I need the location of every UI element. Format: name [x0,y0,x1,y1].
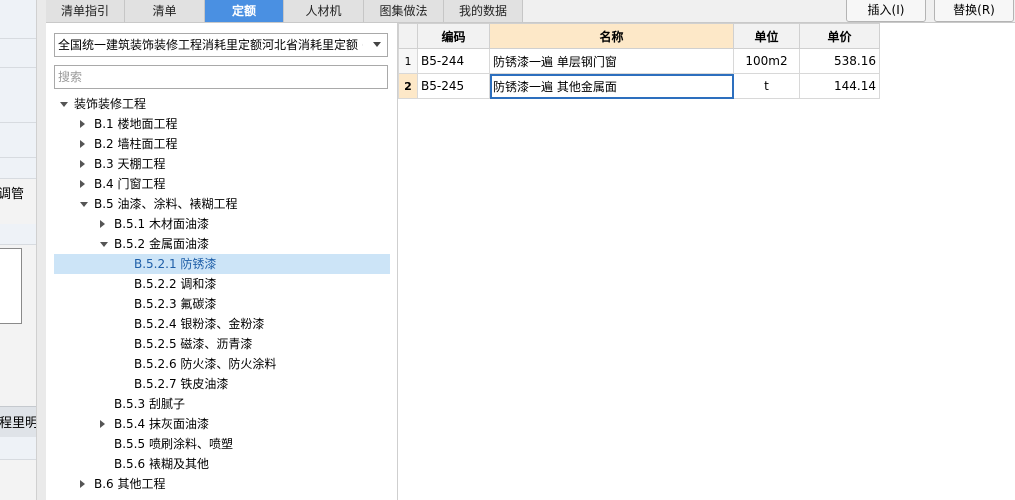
tree-node-label: B.5.2.5 磁漆、沥青漆 [134,337,253,351]
tab-atlas-method[interactable]: 图集做法 [364,0,444,22]
quota-tree-pane: 全国统一建筑装饰装修工程消耗里定额河北省消耗里定额 (20 装饰装修工程 B.1 … [46,23,398,500]
row-number: 2 [398,73,418,99]
tree-node[interactable]: B.3 天棚工程 [54,154,390,174]
cell-name[interactable]: 防锈漆一遍 单层钢门窗 [489,48,734,74]
expand-down-icon[interactable] [80,202,88,207]
column-header-code[interactable]: 编码 [417,23,490,49]
tab-my-data[interactable]: 我的数据 [444,0,523,22]
tree-node[interactable]: B.5.2.6 防火漆、防火涂料 [54,354,390,374]
tree-node-label: B.5.2.6 防火漆、防火涂料 [134,357,277,371]
expand-right-icon[interactable] [100,420,105,428]
strip-cell [0,39,36,68]
strip-label: 程里明 [0,416,39,431]
row-number: 1 [398,48,418,74]
quota-library-value: 全国统一建筑装饰装修工程消耗里定额河北省消耗里定额 (20 [58,38,363,52]
expand-right-icon[interactable] [100,220,105,228]
cell-price[interactable]: 144.14 [799,73,880,99]
tree-node-label: B.2 墙柱面工程 [94,137,178,151]
tree-node[interactable]: B.5.2.3 氟碳漆 [54,294,390,314]
tree-node-label: B.5.2.1 防锈漆 [134,257,217,271]
tree-node[interactable]: B.5.2.7 铁皮油漆 [54,374,390,394]
tree-node[interactable]: B.5.5 喷刷涂料、喷塑 [54,434,390,454]
expand-right-icon[interactable] [80,120,85,128]
insert-button[interactable]: 插入(I) [846,0,926,22]
replace-button[interactable]: 替换(R) [934,0,1014,22]
expand-right-icon[interactable] [80,160,85,168]
tree-node[interactable]: B.5.2 金属面油漆 [54,234,390,254]
tree-node[interactable]: B.5.6 裱糊及其他 [54,454,390,474]
tree-node[interactable]: B.5.4 抹灰面油漆 [54,414,390,434]
tree-node-label: B.5.1 木材面油漆 [114,217,209,231]
tree-node[interactable]: B.5.2.4 银粉漆、金粉漆 [54,314,390,334]
tree-node-label: B.5.2.7 铁皮油漆 [134,377,229,391]
search-input[interactable] [54,65,388,89]
tree-node[interactable]: B.5.1 木材面油漆 [54,214,390,234]
expand-down-icon[interactable] [100,242,108,247]
table-row[interactable]: 1 B5-244 防锈漆一遍 单层钢门窗 100m2 538.16 [398,48,880,74]
tree-node[interactable]: 装饰装修工程 [54,94,390,114]
cell-price[interactable]: 538.16 [799,48,880,74]
strip-cell [0,158,36,179]
tree-node-label: B.4 门窗工程 [94,177,166,191]
tree-node[interactable]: B.5 油漆、涂料、裱糊工程 [54,194,390,214]
table-header-row: 编码 名称 单位 单价 [398,23,880,49]
strip-label: 调管 [0,187,25,202]
tree-node-label: B.5.5 喷刷涂料、喷塑 [114,437,233,451]
tree-node-label: B.5.6 裱糊及其他 [114,457,209,471]
tree-node[interactable]: B.2 墙柱面工程 [54,134,390,154]
quota-grid-pane: 编码 名称 单位 单价 1 B5-244 防锈漆一遍 单层钢门窗 100m2 5… [398,23,1015,500]
tree-node-label: B.5.2.4 银粉漆、金粉漆 [134,317,265,331]
expand-right-icon[interactable] [80,480,85,488]
tree-node-label: B.1 楼地面工程 [94,117,178,131]
cell-code[interactable]: B5-244 [417,48,490,74]
tree-node[interactable]: B.4 门窗工程 [54,174,390,194]
tab-quota[interactable]: 定额 [205,0,284,22]
strip-box [0,248,22,324]
tree-node[interactable]: B.5.2.5 磁漆、沥青漆 [54,334,390,354]
expand-down-icon[interactable] [60,102,68,107]
tab-bill-guide[interactable]: 清单指引 [46,0,125,22]
tree-node-label: B.6 其他工程 [94,477,166,491]
strip-scroll-gutter[interactable] [37,0,46,500]
column-header-name[interactable]: 名称 [489,23,734,49]
tree-node-label: B.5.2.2 调和漆 [134,277,217,291]
strip-cell [0,123,36,158]
strip-cell [0,68,36,123]
cell-unit[interactable]: 100m2 [733,48,800,74]
cell-unit[interactable]: t [733,73,800,99]
tree-node-label: B.5.2 金属面油漆 [114,237,209,251]
adjacent-panel-strip: 调管 程里明 [0,0,47,500]
strip-cell [0,0,36,39]
tab-bill[interactable]: 清单 [125,0,205,22]
tree-node[interactable]: B.1 楼地面工程 [54,114,390,134]
expand-right-icon[interactable] [80,140,85,148]
column-header-price[interactable]: 单价 [799,23,880,49]
cell-name[interactable]: 防锈漆一遍 其他金属面 [489,73,734,99]
tree-node-label: B.5.2.3 氟碳漆 [134,297,217,311]
row-number-header [398,23,418,49]
tree-node-label: B.5 油漆、涂料、裱糊工程 [94,197,238,211]
tree-node[interactable]: B.6 其他工程 [54,474,390,494]
quota-table: 编码 名称 单位 单价 1 B5-244 防锈漆一遍 单层钢门窗 100m2 5… [398,23,880,99]
expand-right-icon[interactable] [80,180,85,188]
strip-cell [0,437,36,460]
tree-node[interactable]: B.5.2.2 调和漆 [54,274,390,294]
column-header-unit[interactable]: 单位 [733,23,800,49]
tree-node-label: B.5.3 刮腻子 [114,397,185,411]
cell-code[interactable]: B5-245 [417,73,490,99]
table-row[interactable]: 2 B5-245 防锈漆一遍 其他金属面 t 144.14 [398,73,880,99]
tree-node[interactable]: B.5.3 刮腻子 [54,394,390,414]
tree-node-label: B.5.4 抹灰面油漆 [114,417,209,431]
tree-node-label: B.3 天棚工程 [94,157,166,171]
quota-library-select[interactable]: 全国统一建筑装饰装修工程消耗里定额河北省消耗里定额 (20 [54,33,388,57]
tab-labor-material[interactable]: 人材机 [284,0,364,22]
chevron-down-icon[interactable] [373,42,381,47]
tree-node-label: 装饰装修工程 [74,97,147,111]
strip-cell [0,224,36,245]
tree-node[interactable]: B.5.2.1 防锈漆 [54,254,390,274]
